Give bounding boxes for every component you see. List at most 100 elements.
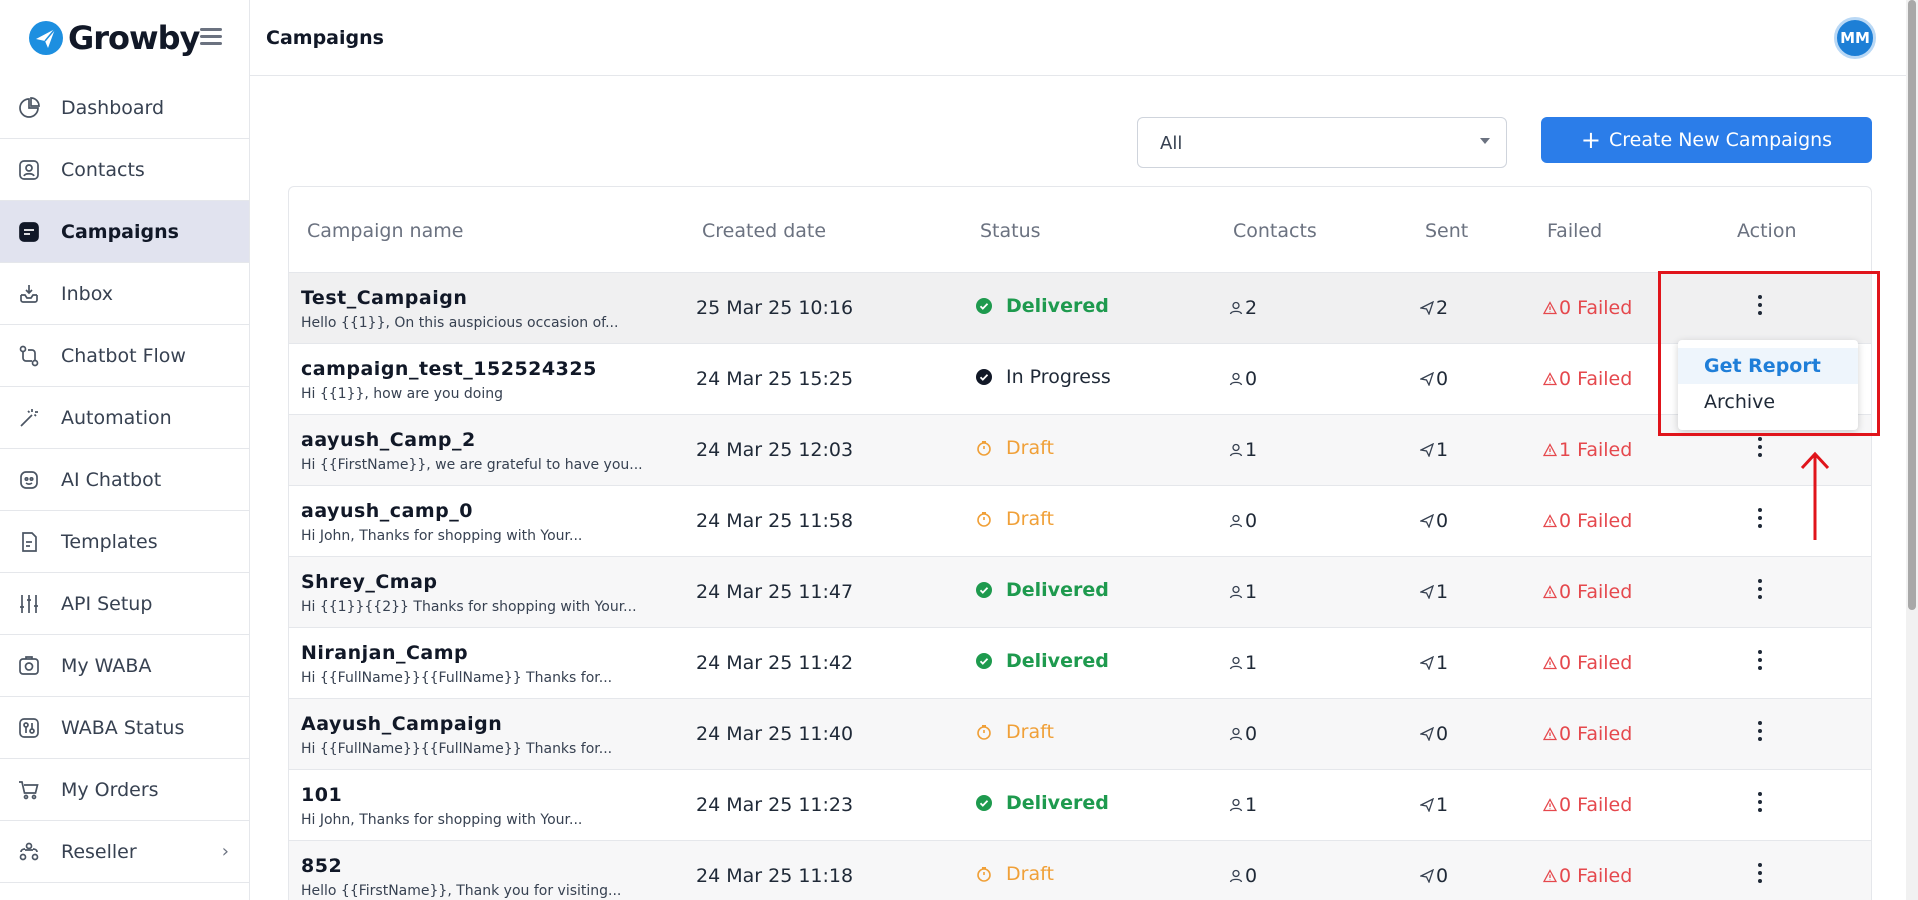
sent-count: 1 (1420, 439, 1448, 461)
stopwatch-icon (977, 725, 991, 740)
more-actions-icon[interactable] (1754, 508, 1766, 534)
sidebar: Growby Dashboard Contacts Campaigns Inbox Ch… (0, 0, 250, 900)
campaign-name[interactable]: 852 (301, 855, 342, 877)
campaigns-table: Campaign name Created date Status Contac… (288, 186, 1872, 900)
brand[interactable]: Growby (28, 17, 200, 59)
sent-count: 0 (1420, 723, 1448, 745)
sent-count: 0 (1420, 368, 1448, 390)
col-sent[interactable]: Sent (1425, 220, 1468, 242)
col-campaign-name[interactable]: Campaign name (307, 220, 463, 242)
more-actions-icon[interactable] (1754, 721, 1766, 747)
sidebar-item-api-setup[interactable]: API Setup (0, 573, 249, 635)
more-actions-icon[interactable] (1754, 792, 1766, 818)
contact-card-icon (16, 157, 42, 183)
table-row[interactable]: aayush_camp_0 Hi John, Thanks for shoppin… (289, 486, 1871, 557)
sidebar-item-inbox[interactable]: Inbox (0, 263, 249, 325)
warning-icon (1543, 372, 1557, 386)
created-date: 24 Mar 25 11:58 (696, 510, 854, 532)
campaign-name[interactable]: Test_Campaign (301, 287, 467, 309)
more-actions-icon[interactable] (1754, 863, 1766, 889)
status-text: Draft (1006, 863, 1054, 885)
campaign-name[interactable]: Aayush_Campaign (301, 713, 502, 735)
campaign-name[interactable]: aayush_camp_0 (301, 500, 473, 522)
sidebar-item-contacts[interactable]: Contacts (0, 139, 249, 201)
page-scrollbar[interactable] (1906, 0, 1918, 900)
stopwatch-icon (977, 512, 991, 527)
table-row[interactable]: 101 Hi John, Thanks for shopping with You… (289, 770, 1871, 841)
stopwatch-icon (977, 867, 991, 882)
table-row[interactable]: 852 Hello {{FirstName}}, Thank you for vi… (289, 841, 1871, 900)
col-failed[interactable]: Failed (1547, 220, 1602, 242)
table-row[interactable]: Shrey_Cmap Hi {{1}}{{2}} Thanks for shopp… (289, 557, 1871, 628)
avatar[interactable]: MM (1834, 17, 1876, 59)
table-row[interactable]: campaign_test_152524325 Hi {{1}}, how are… (289, 344, 1871, 415)
warning-icon (1543, 798, 1557, 812)
failed-value: 0 Failed (1559, 510, 1633, 532)
created-date: 24 Mar 25 11:40 (696, 723, 854, 745)
menu-toggle-icon[interactable] (200, 28, 222, 46)
network-icon (16, 839, 42, 865)
create-campaign-button[interactable]: + Create New Campaigns (1541, 117, 1872, 163)
table-row[interactable]: Niranjan_Camp Hi {{FullName}}{{FullName}}… (289, 628, 1871, 699)
page-title: Campaigns (266, 27, 384, 49)
status-filter-select[interactable]: All (1137, 117, 1507, 168)
warning-icon (1543, 301, 1557, 315)
sidebar-item-reseller[interactable]: Reseller › (0, 821, 249, 883)
status-text: Delivered (1006, 579, 1109, 601)
sidebar-item-campaigns[interactable]: Campaigns (0, 201, 249, 263)
sent-count: 0 (1420, 510, 1448, 532)
campaign-name[interactable]: campaign_test_152524325 (301, 358, 597, 380)
failed-count: 0 Failed (1543, 368, 1632, 390)
failed-count: 0 Failed (1543, 297, 1632, 319)
col-created-date[interactable]: Created date (702, 220, 826, 242)
sent-count: 0 (1420, 865, 1448, 887)
sidebar-item-chatbot-flow[interactable]: Chatbot Flow (0, 325, 249, 387)
failed-count: 0 Failed (1543, 581, 1632, 603)
col-contacts[interactable]: Contacts (1233, 220, 1317, 242)
sidebar-item-dashboard[interactable]: Dashboard (0, 77, 249, 139)
sidebar-item-waba-status[interactable]: WABA Status (0, 697, 249, 759)
sidebar-nav: Dashboard Contacts Campaigns Inbox Chatbot F… (0, 77, 249, 883)
col-status[interactable]: Status (980, 220, 1041, 242)
contacts-value: 2 (1245, 297, 1258, 319)
campaign-name[interactable]: 101 (301, 784, 342, 806)
status-icon (16, 715, 42, 741)
status-text: Delivered (1006, 295, 1109, 317)
brand-name: Growby (68, 19, 200, 57)
table-row[interactable]: Aayush_Campaign Hi {{FullName}}{{FullName… (289, 699, 1871, 770)
sidebar-item-my-waba[interactable]: My WABA (0, 635, 249, 697)
table-header: Campaign name Created date Status Contac… (289, 187, 1871, 273)
scrollbar-thumb[interactable] (1908, 0, 1916, 610)
table-row[interactable]: Test_Campaign Hello {{1}}, On this auspic… (289, 273, 1871, 344)
more-actions-icon[interactable] (1754, 437, 1766, 463)
pie-chart-icon (16, 95, 42, 121)
failed-count: 0 Failed (1543, 723, 1632, 745)
send-icon (1420, 727, 1434, 741)
sent-value: 0 (1436, 865, 1449, 887)
sidebar-item-templates[interactable]: Templates (0, 511, 249, 573)
highlight-box (1658, 271, 1880, 436)
top-header: Campaigns MM (250, 0, 1918, 76)
sidebar-item-automation[interactable]: Automation (0, 387, 249, 449)
campaign-name[interactable]: Shrey_Cmap (301, 571, 438, 593)
sidebar-item-ai-chatbot[interactable]: AI Chatbot (0, 449, 249, 511)
contacts-value: 0 (1245, 368, 1258, 390)
campaign-name[interactable]: aayush_Camp_2 (301, 429, 476, 451)
failed-value: 0 Failed (1559, 723, 1633, 745)
campaign-name[interactable]: Niranjan_Camp (301, 642, 468, 664)
send-icon (1420, 869, 1434, 883)
table-row[interactable]: aayush_Camp_2 Hi {{FirstName}}, we are gr… (289, 415, 1871, 486)
failed-count: 0 Failed (1543, 652, 1632, 674)
campaign-message: Hi John, Thanks for shopping with Your..… (301, 528, 583, 544)
more-actions-icon[interactable] (1754, 650, 1766, 676)
contacts-count: 1 (1229, 439, 1257, 461)
status-text: Draft (1006, 508, 1054, 530)
sent-value: 1 (1436, 581, 1449, 603)
more-actions-icon[interactable] (1754, 579, 1766, 605)
warning-icon (1543, 443, 1557, 457)
send-icon (1420, 301, 1434, 315)
sidebar-item-my-orders[interactable]: My Orders (0, 759, 249, 821)
filter-selected-value: All (1160, 133, 1183, 154)
contacts-count: 0 (1229, 510, 1257, 532)
created-date: 25 Mar 25 10:16 (696, 297, 854, 319)
